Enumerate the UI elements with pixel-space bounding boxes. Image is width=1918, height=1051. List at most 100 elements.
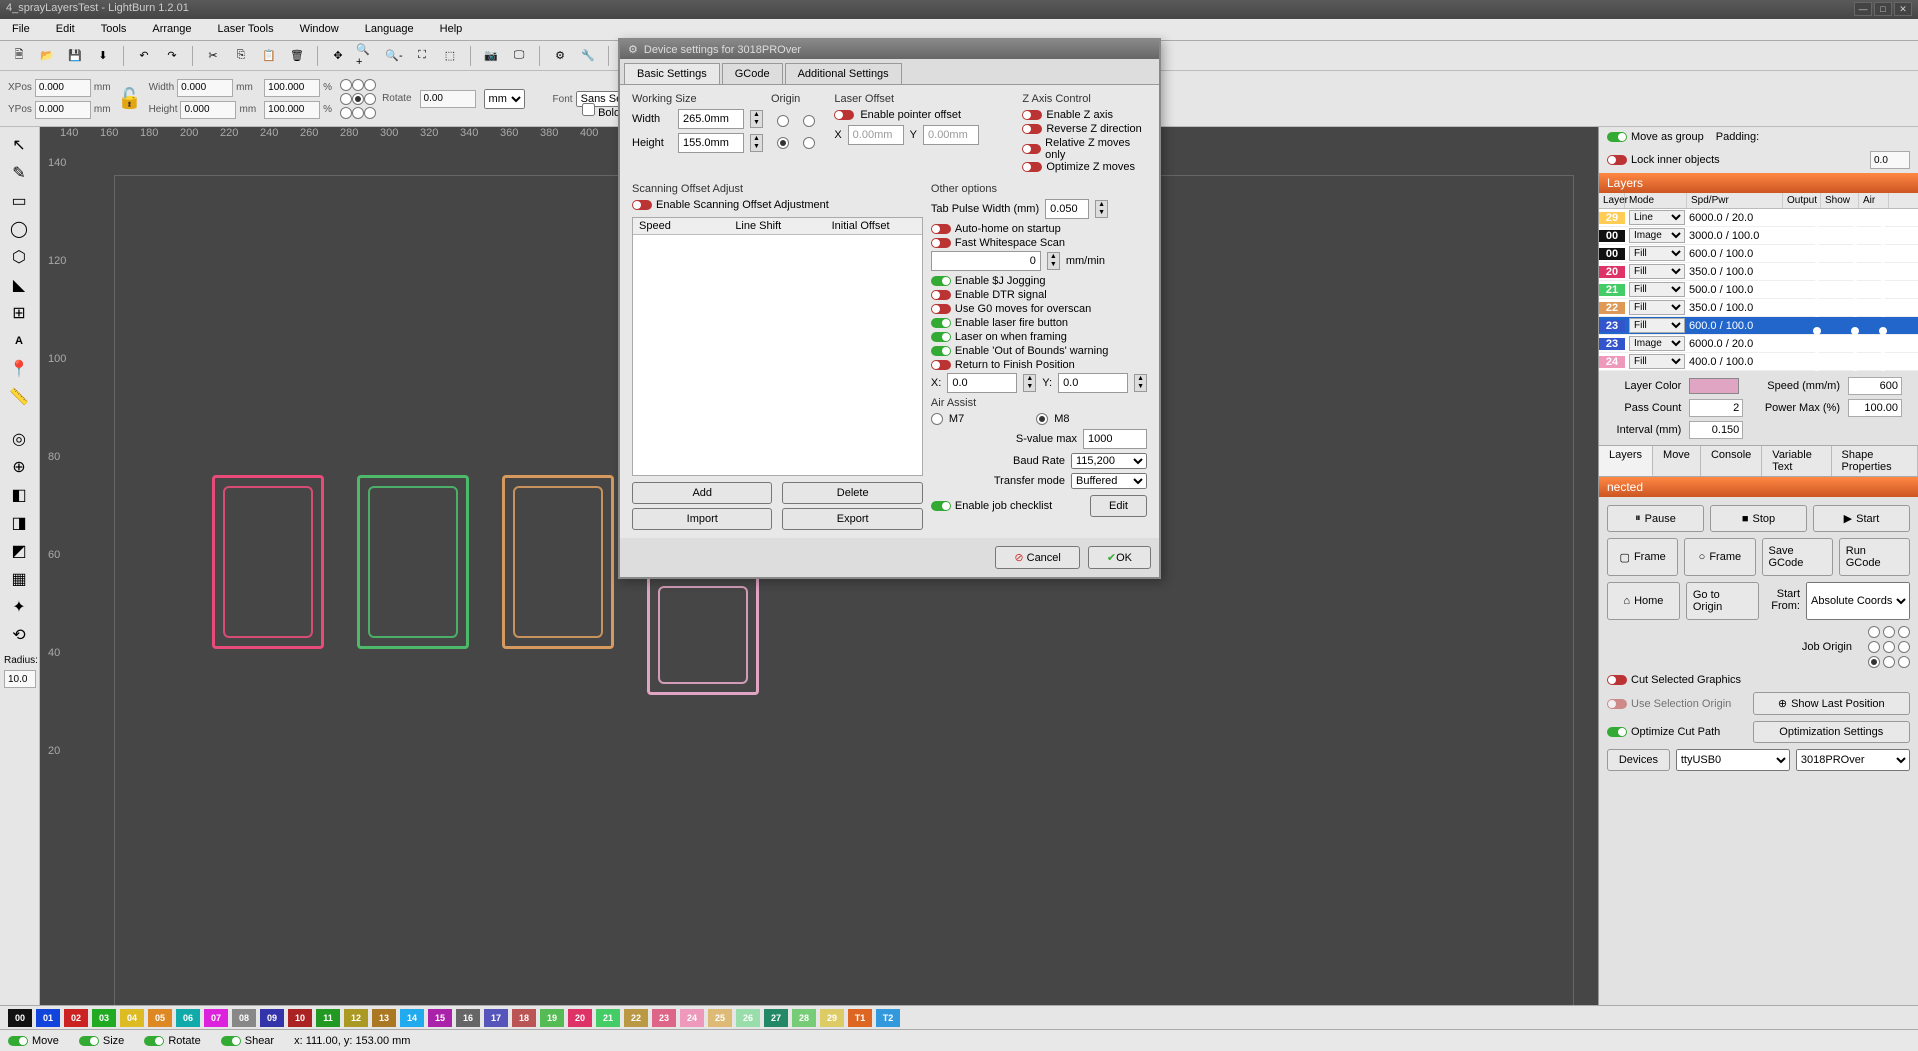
optimize-cut-path-toggle[interactable] <box>1607 727 1627 737</box>
device-settings-icon[interactable]: 🔧 <box>577 45 599 67</box>
new-file-icon[interactable]: 🗎 <box>8 45 30 67</box>
color-swatch-19[interactable]: 19 <box>540 1009 564 1027</box>
width-pct-input[interactable] <box>264 79 320 97</box>
color-swatch-23[interactable]: 23 <box>652 1009 676 1027</box>
m8-radio[interactable] <box>1036 413 1048 425</box>
layer-row[interactable]: 24 Fill 400.0 / 100.0 <box>1599 353 1918 371</box>
job-checklist-toggle[interactable] <box>931 501 951 511</box>
device-width-input[interactable] <box>678 109 744 129</box>
color-swatch-11[interactable]: 11 <box>316 1009 340 1027</box>
boolean-tool[interactable]: ◧ <box>4 483 34 507</box>
scan-import-button[interactable]: Import <box>632 508 772 530</box>
weld-tool[interactable]: ⊕ <box>4 455 34 479</box>
checklist-edit-button[interactable]: Edit <box>1090 495 1147 517</box>
ypos-input[interactable] <box>35 101 91 119</box>
dialog-ok-button[interactable]: ✔OK <box>1088 546 1151 569</box>
enable-z-toggle[interactable] <box>1022 110 1042 120</box>
pointer-offset-toggle[interactable] <box>834 110 854 120</box>
color-swatch-14[interactable]: 14 <box>400 1009 424 1027</box>
laser-framing-toggle[interactable] <box>931 332 951 342</box>
measure-tool[interactable]: 📏 <box>4 385 34 409</box>
svalue-input[interactable] <box>1083 429 1147 449</box>
start-from-select[interactable]: Absolute Coords <box>1806 582 1910 620</box>
array-tool[interactable]: ⊞ <box>4 301 34 325</box>
layer-row[interactable]: 00 Fill 600.0 / 100.0 <box>1599 245 1918 263</box>
scanning-offset-table[interactable] <box>633 235 922 475</box>
copy-icon[interactable]: ⎘ <box>230 45 252 67</box>
height-input[interactable] <box>180 101 236 119</box>
color-swatch-03[interactable]: 03 <box>92 1009 116 1027</box>
finish-y-input[interactable] <box>1058 373 1128 393</box>
settings-icon[interactable]: ⚙ <box>549 45 571 67</box>
layer-mode-select[interactable]: Line <box>1629 210 1685 225</box>
start-button[interactable]: ▶Start <box>1813 505 1910 532</box>
color-swatch-08[interactable]: 08 <box>232 1009 256 1027</box>
layer-mode-select[interactable]: Fill <box>1629 318 1685 333</box>
scan-export-button[interactable]: Export <box>782 508 922 530</box>
color-swatch-13[interactable]: 13 <box>372 1009 396 1027</box>
color-swatch-29[interactable]: 29 <box>820 1009 844 1027</box>
color-swatch-16[interactable]: 16 <box>456 1009 480 1027</box>
color-swatch-00[interactable]: 00 <box>8 1009 32 1027</box>
enable-dtr-toggle[interactable] <box>931 290 951 300</box>
go-origin-button[interactable]: Go to Origin <box>1686 582 1759 620</box>
pass-count-input[interactable] <box>1689 399 1743 417</box>
tab-variable-text[interactable]: Variable Text <box>1762 446 1831 476</box>
ellipse-tool[interactable]: ◯ <box>4 217 34 241</box>
polygon-tool[interactable]: ⬡ <box>4 245 34 269</box>
layer-row[interactable]: 00 Image 3000.0 / 100.0 <box>1599 227 1918 245</box>
auto-home-toggle[interactable] <box>931 224 951 234</box>
menu-laser-tools[interactable]: Laser Tools <box>214 21 278 38</box>
offset-tool[interactable]: ◎ <box>4 427 34 451</box>
rotate-input[interactable] <box>420 90 476 108</box>
color-swatch-T1[interactable]: T1 <box>848 1009 872 1027</box>
enable-jogging-toggle[interactable] <box>931 276 951 286</box>
use-g0-toggle[interactable] <box>931 304 951 314</box>
status-shear-toggle[interactable] <box>221 1036 241 1046</box>
port-select[interactable]: ttyUSB0 <box>1676 749 1790 771</box>
tab-console[interactable]: Console <box>1701 446 1762 476</box>
padding-input[interactable] <box>1870 151 1910 169</box>
dialog-cancel-button[interactable]: ⊘ Cancel <box>995 546 1080 569</box>
pause-button[interactable]: ⏸Pause <box>1607 505 1704 532</box>
m7-radio[interactable] <box>931 413 943 425</box>
tab-move[interactable]: Move <box>1653 446 1701 476</box>
layer-mode-select[interactable]: Fill <box>1629 246 1685 261</box>
layer-row[interactable]: 23 Fill 600.0 / 100.0 <box>1599 317 1918 335</box>
layer-row[interactable]: 21 Fill 500.0 / 100.0 <box>1599 281 1918 299</box>
menu-window[interactable]: Window <box>296 21 343 38</box>
color-swatch-12[interactable]: 12 <box>344 1009 368 1027</box>
redo-icon[interactable]: ↷ <box>161 45 183 67</box>
color-swatch-06[interactable]: 06 <box>176 1009 200 1027</box>
variable-tool[interactable]: ⟲ <box>4 623 34 647</box>
layer-mode-select[interactable]: Image <box>1629 336 1685 351</box>
width-input[interactable] <box>177 79 233 97</box>
return-finish-toggle[interactable] <box>931 360 951 370</box>
cut-selected-toggle[interactable] <box>1607 675 1627 685</box>
tab-layers[interactable]: Layers <box>1599 446 1653 476</box>
out-of-bounds-toggle[interactable] <box>931 346 951 356</box>
text-tool[interactable]: A <box>4 329 34 353</box>
relative-z-toggle[interactable] <box>1022 144 1041 154</box>
save-gcode-button[interactable]: Save GCode <box>1762 538 1833 576</box>
layer-mode-select[interactable]: Fill <box>1629 300 1685 315</box>
boolean3-tool[interactable]: ◩ <box>4 539 34 563</box>
zoom-in-icon[interactable]: 🔍+ <box>355 45 377 67</box>
layer-mode-select[interactable]: Fill <box>1629 354 1685 369</box>
color-swatch-01[interactable]: 01 <box>36 1009 60 1027</box>
radial-tool[interactable]: ✦ <box>4 595 34 619</box>
save-icon[interactable]: 💾 <box>64 45 86 67</box>
color-swatch-10[interactable]: 10 <box>288 1009 312 1027</box>
unit-select[interactable]: mm <box>484 89 525 109</box>
dialog-tab-additional[interactable]: Additional Settings <box>785 63 902 84</box>
color-swatch-09[interactable]: 09 <box>260 1009 284 1027</box>
scan-add-button[interactable]: Add <box>632 482 772 504</box>
scan-delete-button[interactable]: Delete <box>782 482 922 504</box>
color-swatch-02[interactable]: 02 <box>64 1009 88 1027</box>
color-swatch-21[interactable]: 21 <box>596 1009 620 1027</box>
dialog-tab-basic[interactable]: Basic Settings <box>624 63 720 84</box>
anchor-grid[interactable] <box>340 79 374 119</box>
reverse-z-toggle[interactable] <box>1022 124 1042 134</box>
baud-select[interactable]: 115,200 <box>1071 453 1147 469</box>
job-origin-grid[interactable] <box>1868 626 1910 668</box>
